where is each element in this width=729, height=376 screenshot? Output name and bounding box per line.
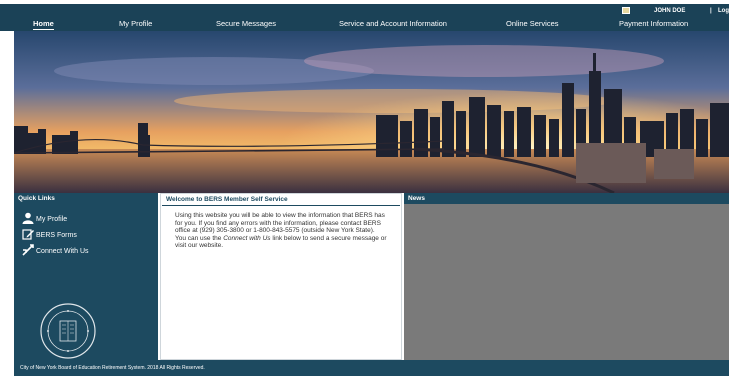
skyline-illustration	[14, 31, 729, 193]
nav-home[interactable]: Home	[33, 19, 54, 30]
board-of-education-seal-icon	[40, 303, 96, 359]
quick-links-title: Quick Links	[14, 193, 158, 204]
welcome-text: Using this website you will be able to v…	[161, 206, 401, 250]
flag-icon	[622, 7, 630, 14]
nav-my-profile[interactable]: My Profile	[119, 19, 152, 28]
nav-service-account-information[interactable]: Service and Account Information	[339, 19, 447, 28]
connect-icon	[22, 244, 34, 256]
nav-secure-messages[interactable]: Secure Messages	[216, 19, 276, 28]
logout-link[interactable]: Log	[718, 8, 729, 14]
welcome-panel: Welcome to BERS Member Self Service Usin…	[160, 193, 402, 360]
connect-with-us-link-text: Connect with Us	[223, 234, 271, 242]
main-nav: Home My Profile Secure Messages Service …	[0, 17, 729, 31]
nav-online-services[interactable]: Online Services	[506, 19, 559, 28]
user-icon	[22, 212, 34, 224]
welcome-title: Welcome to BERS Member Self Service	[162, 194, 400, 206]
footer: City of New York Board of Education Reti…	[14, 360, 729, 376]
quick-link-label: My Profile	[36, 216, 68, 223]
user-name: JOHN DOE	[654, 8, 686, 14]
edit-form-icon	[22, 229, 34, 240]
news-title: News	[404, 193, 729, 204]
skyline-banner-image	[14, 31, 729, 193]
quick-link-label: Connect With Us	[36, 248, 89, 255]
news-panel: News	[404, 193, 729, 360]
top-navigation-bar: JOHN DOE | Log Home My Profile Secure Me…	[0, 0, 729, 31]
separator: |	[710, 8, 712, 14]
user-bar: JOHN DOE | Log	[622, 6, 729, 17]
nav-payment-information[interactable]: Payment Information	[619, 19, 688, 28]
quick-links-panel: Quick Links My Profile BERS Forms Connec…	[14, 193, 158, 360]
quick-link-label: BERS Forms	[36, 232, 77, 239]
